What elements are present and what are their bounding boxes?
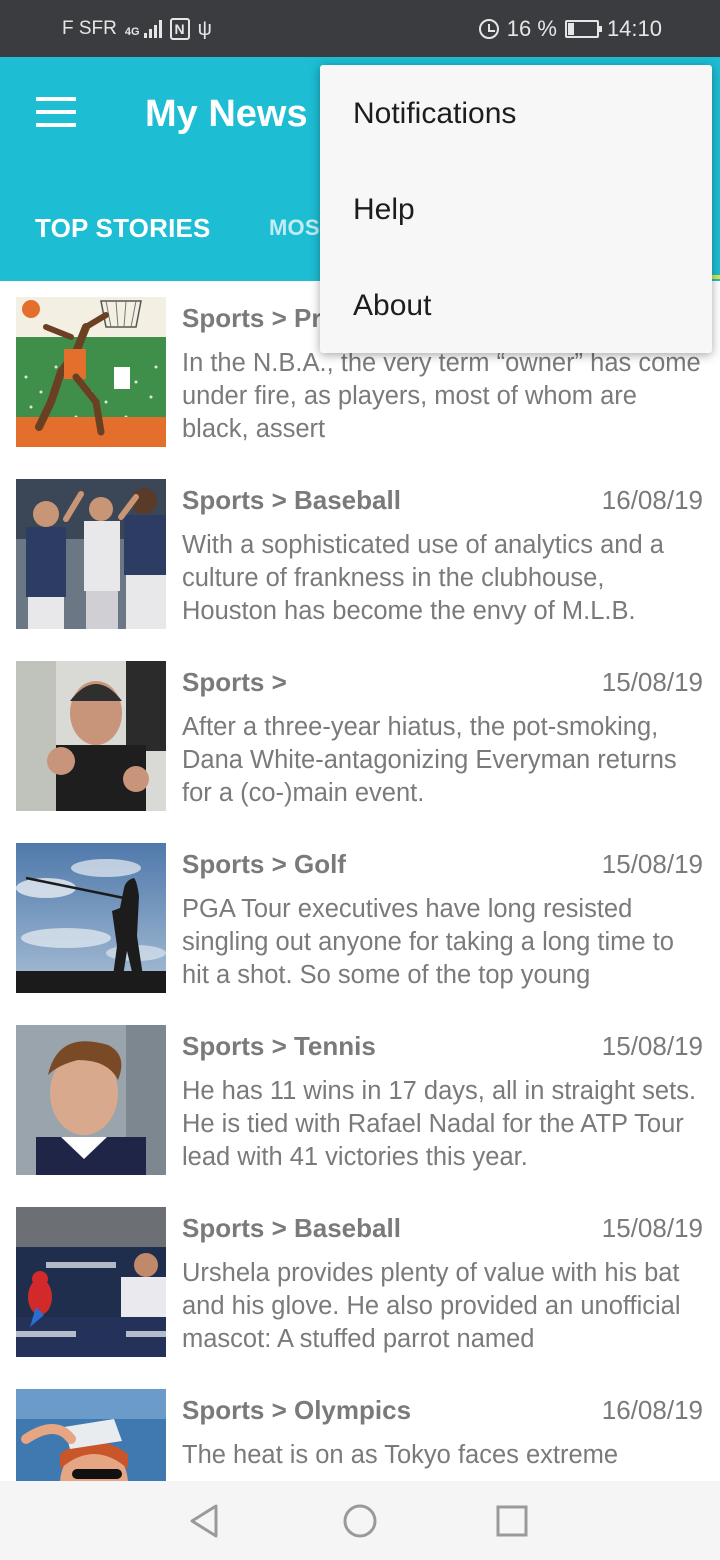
signal-icon: 4G bbox=[125, 20, 162, 38]
article-thumbnail bbox=[16, 843, 166, 993]
article-abstract: In the N.B.A., the very term “owner” has… bbox=[182, 349, 701, 443]
article-thumbnail bbox=[16, 1389, 166, 1481]
list-item[interactable]: Sports > Tennis 15/08/19 He has 11 wins … bbox=[0, 1009, 720, 1191]
article-category: Sports > bbox=[182, 667, 287, 697]
tab-most[interactable]: MOS bbox=[269, 215, 320, 241]
article-abstract: PGA Tour executives have long resisted s… bbox=[182, 895, 674, 989]
carrier-label: F SFR bbox=[62, 18, 117, 39]
article-abstract: With a sophisticated use of analytics an… bbox=[182, 531, 664, 625]
navigation-bar bbox=[0, 1481, 720, 1560]
article-category: Sports > Baseball bbox=[182, 485, 401, 515]
article-date: 15/08/19 bbox=[601, 667, 703, 697]
article-thumbnail bbox=[16, 661, 166, 811]
article-abstract: Urshela provides plenty of value with hi… bbox=[182, 1259, 681, 1353]
overflow-menu: Notifications Help About bbox=[320, 65, 712, 353]
home-icon[interactable] bbox=[340, 1501, 380, 1541]
clock: 14:10 bbox=[606, 16, 662, 41]
status-right: 16 % 14:10 bbox=[478, 14, 662, 44]
article-category: Sports > Olympics bbox=[182, 1395, 412, 1425]
usb-icon: ψ bbox=[197, 17, 212, 40]
status-left: F SFR 4G N ψ bbox=[62, 14, 212, 44]
article-date: 15/08/19 bbox=[601, 1031, 703, 1061]
article-abstract: After a three-year hiatus, the pot-smoki… bbox=[182, 713, 677, 807]
article-date: 16/08/19 bbox=[601, 1395, 703, 1425]
list-item[interactable]: Sports > Golf 15/08/19 PGA Tour executiv… bbox=[0, 827, 720, 1009]
nfc-icon: N bbox=[169, 18, 190, 40]
list-item[interactable]: Sports > 15/08/19 After a three-year hia… bbox=[0, 645, 720, 827]
list-item[interactable]: Sports > Baseball 15/08/19 Urshela provi… bbox=[0, 1191, 720, 1373]
article-date: 16/08/19 bbox=[601, 485, 703, 515]
menu-item-notifications[interactable]: Notifications bbox=[353, 97, 516, 131]
article-thumbnail bbox=[16, 1207, 166, 1357]
article-date: 15/08/19 bbox=[601, 849, 703, 879]
alarm-icon bbox=[478, 19, 499, 39]
menu-item-help[interactable]: Help bbox=[353, 193, 415, 227]
article-category: Sports > Pr bbox=[182, 303, 322, 333]
article-date: 15/08/19 bbox=[601, 1213, 703, 1243]
article-thumbnail bbox=[16, 1025, 166, 1175]
article-thumbnail bbox=[16, 479, 166, 629]
network-label: 4G bbox=[124, 26, 140, 38]
tab-top-stories[interactable]: TOP STORIES bbox=[35, 213, 211, 244]
battery-icon bbox=[564, 20, 602, 38]
news-list[interactable]: Sports > Pr In the N.B.A., the very term… bbox=[0, 281, 720, 1481]
app-title: My News bbox=[145, 93, 308, 135]
article-category: Sports > Golf bbox=[182, 849, 346, 879]
list-item[interactable]: Sports > Baseball 16/08/19 With a sophis… bbox=[0, 463, 720, 645]
article-category: Sports > Baseball bbox=[182, 1213, 401, 1243]
recents-icon[interactable] bbox=[492, 1501, 532, 1541]
article-abstract: He has 11 wins in 17 days, all in straig… bbox=[182, 1077, 697, 1171]
list-item[interactable]: Sports > Olympics 16/08/19 The heat is o… bbox=[0, 1373, 720, 1481]
hamburger-menu-icon[interactable] bbox=[36, 97, 76, 127]
menu-item-about[interactable]: About bbox=[353, 289, 431, 323]
article-thumbnail bbox=[16, 297, 166, 447]
article-category: Sports > Tennis bbox=[182, 1031, 376, 1061]
back-icon[interactable] bbox=[186, 1501, 226, 1541]
battery-percent: 16 % bbox=[506, 16, 557, 41]
article-abstract: The heat is on as Tokyo faces extreme bbox=[182, 1441, 619, 1469]
status-bar: F SFR 4G N ψ 16 % 14:10 bbox=[0, 0, 720, 57]
